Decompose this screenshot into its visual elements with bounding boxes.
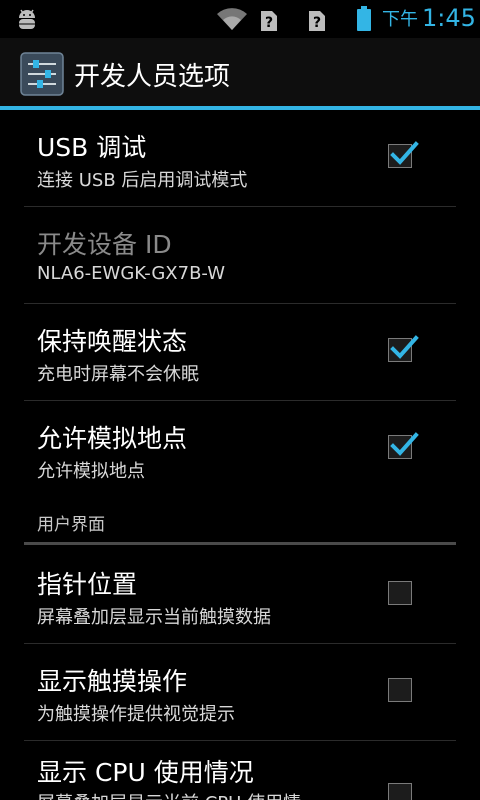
- category-label: 用户界面: [37, 515, 105, 535]
- pref-summary: 允许模拟地点: [37, 461, 145, 482]
- checkmark-icon: [390, 432, 419, 456]
- preference-list[interactable]: USB 调试 连接 USB 后启用调试模式 开发设备 ID NLA6-EWGK-…: [0, 110, 480, 800]
- battery-icon: [357, 6, 371, 31]
- no-sim-icon: ?: [309, 11, 325, 31]
- pref-summary: NLA6-EWGK-GX7B-W: [37, 263, 225, 284]
- pref-show-touches[interactable]: 显示触摸操作 为触摸操作提供视觉提示: [24, 644, 456, 741]
- wifi-icon: [217, 8, 247, 30]
- svg-text:?: ?: [265, 15, 273, 31]
- show-cpu-usage-checkbox[interactable]: [388, 783, 412, 800]
- pref-title: 指针位置: [37, 570, 138, 599]
- pref-title: 允许模拟地点: [37, 424, 188, 453]
- pref-usb-debugging[interactable]: USB 调试 连接 USB 后启用调试模式: [24, 110, 456, 207]
- show-touches-checkbox[interactable]: [388, 678, 412, 702]
- pref-title: 显示触摸操作: [37, 667, 188, 696]
- pref-summary: 为触摸操作提供视觉提示: [37, 704, 235, 725]
- pref-title: 开发设备 ID: [37, 230, 172, 259]
- status-clock: 下午 1:45: [382, 4, 476, 34]
- settings-sliders-icon[interactable]: [20, 52, 64, 96]
- stay-awake-checkbox[interactable]: [388, 335, 419, 362]
- android-debug-icon: [19, 9, 35, 29]
- category-divider: [24, 542, 456, 545]
- pref-title: USB 调试: [37, 133, 147, 162]
- pref-summary: 连接 USB 后启用调试模式: [37, 170, 248, 191]
- clock-ampm: 下午: [382, 9, 418, 30]
- pref-summary: 屏幕叠加层显示当前 CPU 使用情: [37, 789, 301, 800]
- clock-time: 1:45: [422, 4, 476, 32]
- pref-summary: 屏幕叠加层显示当前触摸数据: [37, 607, 271, 628]
- checkmark-icon: [390, 141, 419, 165]
- status-bar: ? ? 下午 1:45: [0, 0, 480, 38]
- checkmark-icon: [390, 335, 419, 359]
- page-title: 开发人员选项: [74, 62, 231, 92]
- pref-device-id: 开发设备 ID NLA6-EWGK-GX7B-W: [24, 207, 456, 304]
- pref-summary: 充电时屏幕不会休眠: [37, 364, 199, 385]
- pref-title: 显示 CPU 使用情况: [37, 758, 254, 787]
- mock-locations-checkbox[interactable]: [388, 432, 419, 459]
- pointer-location-checkbox[interactable]: [388, 581, 412, 605]
- pref-stay-awake[interactable]: 保持唤醒状态 充电时屏幕不会休眠: [24, 304, 456, 401]
- svg-text:?: ?: [313, 15, 321, 31]
- usb-debugging-checkbox[interactable]: [388, 141, 419, 168]
- action-bar: 开发人员选项: [0, 38, 480, 106]
- pref-mock-locations[interactable]: 允许模拟地点 允许模拟地点: [24, 401, 456, 497]
- pref-title: 保持唤醒状态: [37, 327, 188, 356]
- pref-pointer-location[interactable]: 指针位置 屏幕叠加层显示当前触摸数据: [24, 547, 456, 644]
- pref-show-cpu-usage[interactable]: 显示 CPU 使用情况 屏幕叠加层显示当前 CPU 使用情: [24, 741, 456, 800]
- no-sim-icon: ?: [261, 11, 277, 31]
